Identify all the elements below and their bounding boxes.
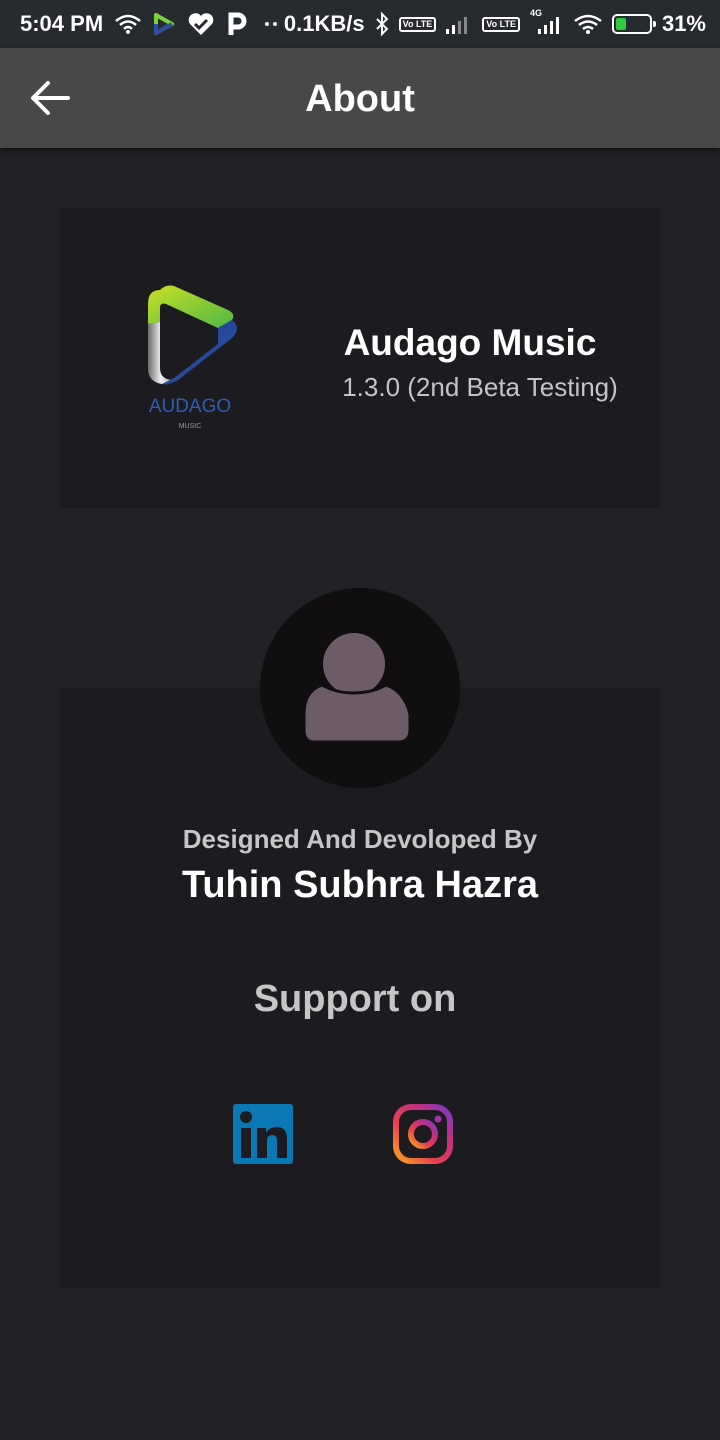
more-notifications-icon <box>259 20 283 28</box>
status-bar: 5:04 PM 0.1KB/s Vo LTE Vo LTE 4G 31% <box>0 0 720 48</box>
status-time: 5:04 PM <box>20 11 104 36</box>
app-info-card: AUDAGO MUSIC Audago Music 1.3.0 (2nd Bet… <box>60 208 660 508</box>
heart-check-icon <box>187 12 215 36</box>
linkedin-icon <box>233 1104 293 1164</box>
battery-percent: 31% <box>661 11 706 36</box>
battery-icon <box>611 14 656 34</box>
audago-notification-icon <box>153 12 175 36</box>
developer-name: Tuhin Subhra Hazra <box>181 864 539 906</box>
app-name: Audago Music <box>343 322 597 363</box>
designed-by-label: Designed And Devoloped By <box>182 824 538 854</box>
wifi-icon <box>115 14 141 34</box>
volte-badge-1: Vo LTE <box>398 16 437 32</box>
page-title: About <box>305 78 415 120</box>
support-label: Support on <box>253 978 457 1020</box>
avatar <box>260 588 460 788</box>
signal-icon-1 <box>446 14 472 34</box>
volte-badge-2: Vo LTE <box>482 16 520 32</box>
instagram-button[interactable] <box>393 1104 453 1164</box>
logo-wordmark: AUDAGO <box>149 396 231 417</box>
battery-level <box>615 18 626 30</box>
audago-logo: AUDAGO MUSIC <box>138 282 242 432</box>
wifi-icon-right <box>574 14 602 34</box>
linkedin-button[interactable] <box>233 1104 293 1164</box>
instagram-icon <box>393 1104 453 1164</box>
p-app-icon <box>227 12 247 36</box>
person-icon <box>302 633 412 744</box>
net-speed: 0.1KB/s <box>283 11 365 36</box>
signal-4g-icon: 4G <box>530 8 564 34</box>
network-type: 4G <box>529 8 542 18</box>
app-version: 1.3.0 (2nd Beta Testing) <box>342 372 618 402</box>
app-bar: About <box>0 48 720 148</box>
logo-subtext: MUSIC <box>179 423 202 430</box>
bluetooth-icon <box>375 12 389 36</box>
